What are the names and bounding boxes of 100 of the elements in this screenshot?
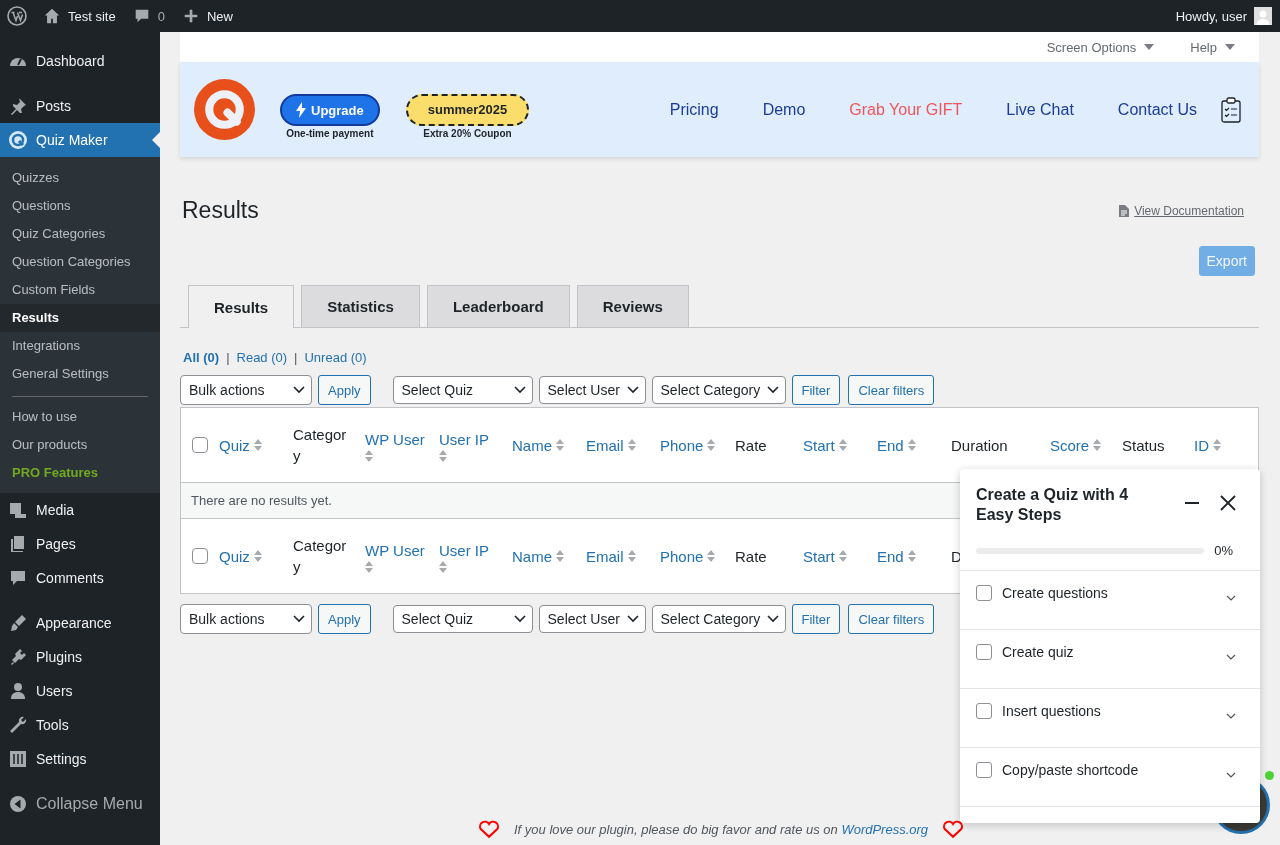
banner-link[interactable]: Contact Us	[1117, 100, 1197, 119]
menu-item[interactable]: Comments	[0, 561, 160, 595]
menu-item[interactable]: Dashboard	[0, 44, 160, 78]
column-header-link[interactable]: WP User	[365, 428, 425, 450]
tab[interactable]: Results	[188, 285, 295, 328]
column-header-link[interactable]: ID	[1194, 434, 1209, 456]
column-header-link[interactable]: End	[877, 434, 904, 456]
chevron-down-icon[interactable]	[1226, 713, 1236, 719]
upgrade-button[interactable]: Upgrade	[280, 94, 380, 126]
clear-filters-button[interactable]: Clear filters	[848, 604, 935, 634]
filter-select[interactable]: Select User	[538, 605, 646, 633]
chevron-down-icon[interactable]	[1226, 772, 1236, 778]
submenu-item[interactable]: General Settings	[0, 360, 160, 388]
view-filter-link[interactable]: Read (0)	[236, 350, 288, 365]
clipboard-icon[interactable]	[1221, 96, 1241, 123]
sort-icon[interactable]	[365, 560, 373, 573]
sort-icon[interactable]	[627, 550, 636, 562]
column-header-link[interactable]: WP User	[365, 539, 425, 561]
sort-icon[interactable]	[439, 560, 447, 573]
sort-icon[interactable]	[907, 439, 916, 451]
column-header-link[interactable]: Email	[586, 545, 624, 567]
column-header-link[interactable]: User IP	[439, 428, 489, 450]
wordpress-logo-icon[interactable]	[7, 6, 27, 26]
filter-select[interactable]: Select Category	[651, 605, 786, 633]
column-header-link[interactable]: Start	[803, 434, 835, 456]
apply-button[interactable]: Apply	[318, 375, 371, 405]
submenu-item[interactable]: Quiz Categories	[0, 220, 160, 248]
select-all-checkbox[interactable]	[192, 548, 208, 564]
sort-icon[interactable]	[907, 550, 916, 562]
column-header-link[interactable]: Quiz	[219, 545, 250, 567]
sort-icon[interactable]	[365, 449, 373, 462]
view-filter-link[interactable]: All (0)	[183, 350, 220, 365]
step-checkbox[interactable]	[976, 644, 992, 660]
submenu-item[interactable]: Integrations	[0, 332, 160, 360]
bulk-actions-select[interactable]: Bulk actions	[180, 375, 312, 405]
menu-item[interactable]: Media	[0, 493, 160, 527]
menu-item[interactable]: Settings	[0, 742, 160, 776]
column-header-link[interactable]: Start	[803, 545, 835, 567]
submenu-item[interactable]: Custom Fields	[0, 276, 160, 304]
submenu-item[interactable]: Results	[0, 304, 160, 332]
chevron-down-icon[interactable]	[1226, 595, 1236, 601]
screen-tab[interactable]: Help	[1190, 39, 1235, 55]
column-header-link[interactable]: Phone	[660, 434, 704, 456]
close-icon[interactable]	[1220, 495, 1236, 511]
sort-icon[interactable]	[838, 439, 847, 451]
menu-item[interactable]: Pages	[0, 527, 160, 561]
menu-item[interactable]: Users	[0, 674, 160, 708]
submenu-item[interactable]: Questions	[0, 192, 160, 220]
coupon-code[interactable]: summer2025	[405, 94, 530, 126]
menu-item[interactable]: Plugins	[0, 640, 160, 674]
filter-select[interactable]: Select User	[538, 376, 646, 404]
wordpress-org-link[interactable]: WordPress.org	[841, 821, 929, 837]
comments-link[interactable]: 0	[132, 7, 165, 25]
filter-button[interactable]: Filter	[791, 375, 841, 405]
column-header-link[interactable]: User IP	[439, 539, 489, 561]
new-link[interactable]: New	[181, 7, 233, 25]
chevron-down-icon[interactable]	[1226, 654, 1236, 660]
column-header-link[interactable]: Email	[586, 434, 624, 456]
view-filter-link[interactable]: Unread (0)	[304, 350, 367, 365]
documentation-link[interactable]: View Documentation	[1119, 203, 1244, 218]
site-link[interactable]: Test site	[43, 7, 116, 25]
sort-icon[interactable]	[253, 439, 262, 451]
menu-item[interactable]: Tools	[0, 708, 160, 742]
column-header-link[interactable]: End	[877, 545, 904, 567]
banner-link[interactable]: Demo	[762, 100, 806, 119]
column-header-link[interactable]: Name	[512, 545, 552, 567]
sort-icon[interactable]	[627, 439, 636, 451]
tab[interactable]: Leaderboard	[426, 285, 570, 327]
sort-icon[interactable]	[253, 550, 262, 562]
screen-tab[interactable]: Screen Options	[1046, 39, 1155, 55]
select-all-checkbox[interactable]	[192, 437, 208, 453]
filter-select[interactable]: Select Quiz	[392, 605, 533, 633]
sort-icon[interactable]	[1213, 439, 1221, 451]
submenu-item[interactable]: Question Categories	[0, 248, 160, 276]
menu-item[interactable]: Quiz Maker	[0, 123, 160, 157]
tab[interactable]: Reviews	[576, 285, 689, 327]
column-header-link[interactable]: Score	[1050, 434, 1090, 456]
filter-select[interactable]: Select Quiz	[392, 376, 533, 404]
tab[interactable]: Statistics	[301, 285, 420, 327]
sort-icon[interactable]	[556, 550, 564, 562]
clear-filters-button[interactable]: Clear filters	[848, 375, 935, 405]
filter-select[interactable]: Select Category	[651, 376, 786, 404]
submenu-item[interactable]: PRO Features	[0, 459, 160, 487]
submenu-item[interactable]: Our products	[0, 431, 160, 459]
submenu-item[interactable]: How to use	[0, 403, 160, 431]
column-header-link[interactable]: Name	[512, 434, 552, 456]
apply-button[interactable]: Apply	[318, 604, 371, 634]
account-link[interactable]: Howdy, user	[1175, 7, 1272, 25]
bulk-actions-select[interactable]: Bulk actions	[180, 604, 312, 634]
sort-icon[interactable]	[439, 449, 447, 462]
column-header-link[interactable]: Quiz	[219, 434, 250, 456]
menu-item[interactable]: Appearance	[0, 606, 160, 640]
sort-icon[interactable]	[556, 439, 564, 451]
collapse-menu-button[interactable]: Collapse Menu	[0, 787, 160, 821]
filter-button[interactable]: Filter	[791, 604, 841, 634]
menu-item[interactable]: Posts	[0, 89, 160, 123]
banner-link[interactable]: Pricing	[669, 100, 719, 119]
sort-icon[interactable]	[707, 439, 716, 451]
sort-icon[interactable]	[838, 550, 847, 562]
sort-icon[interactable]	[1093, 439, 1102, 451]
